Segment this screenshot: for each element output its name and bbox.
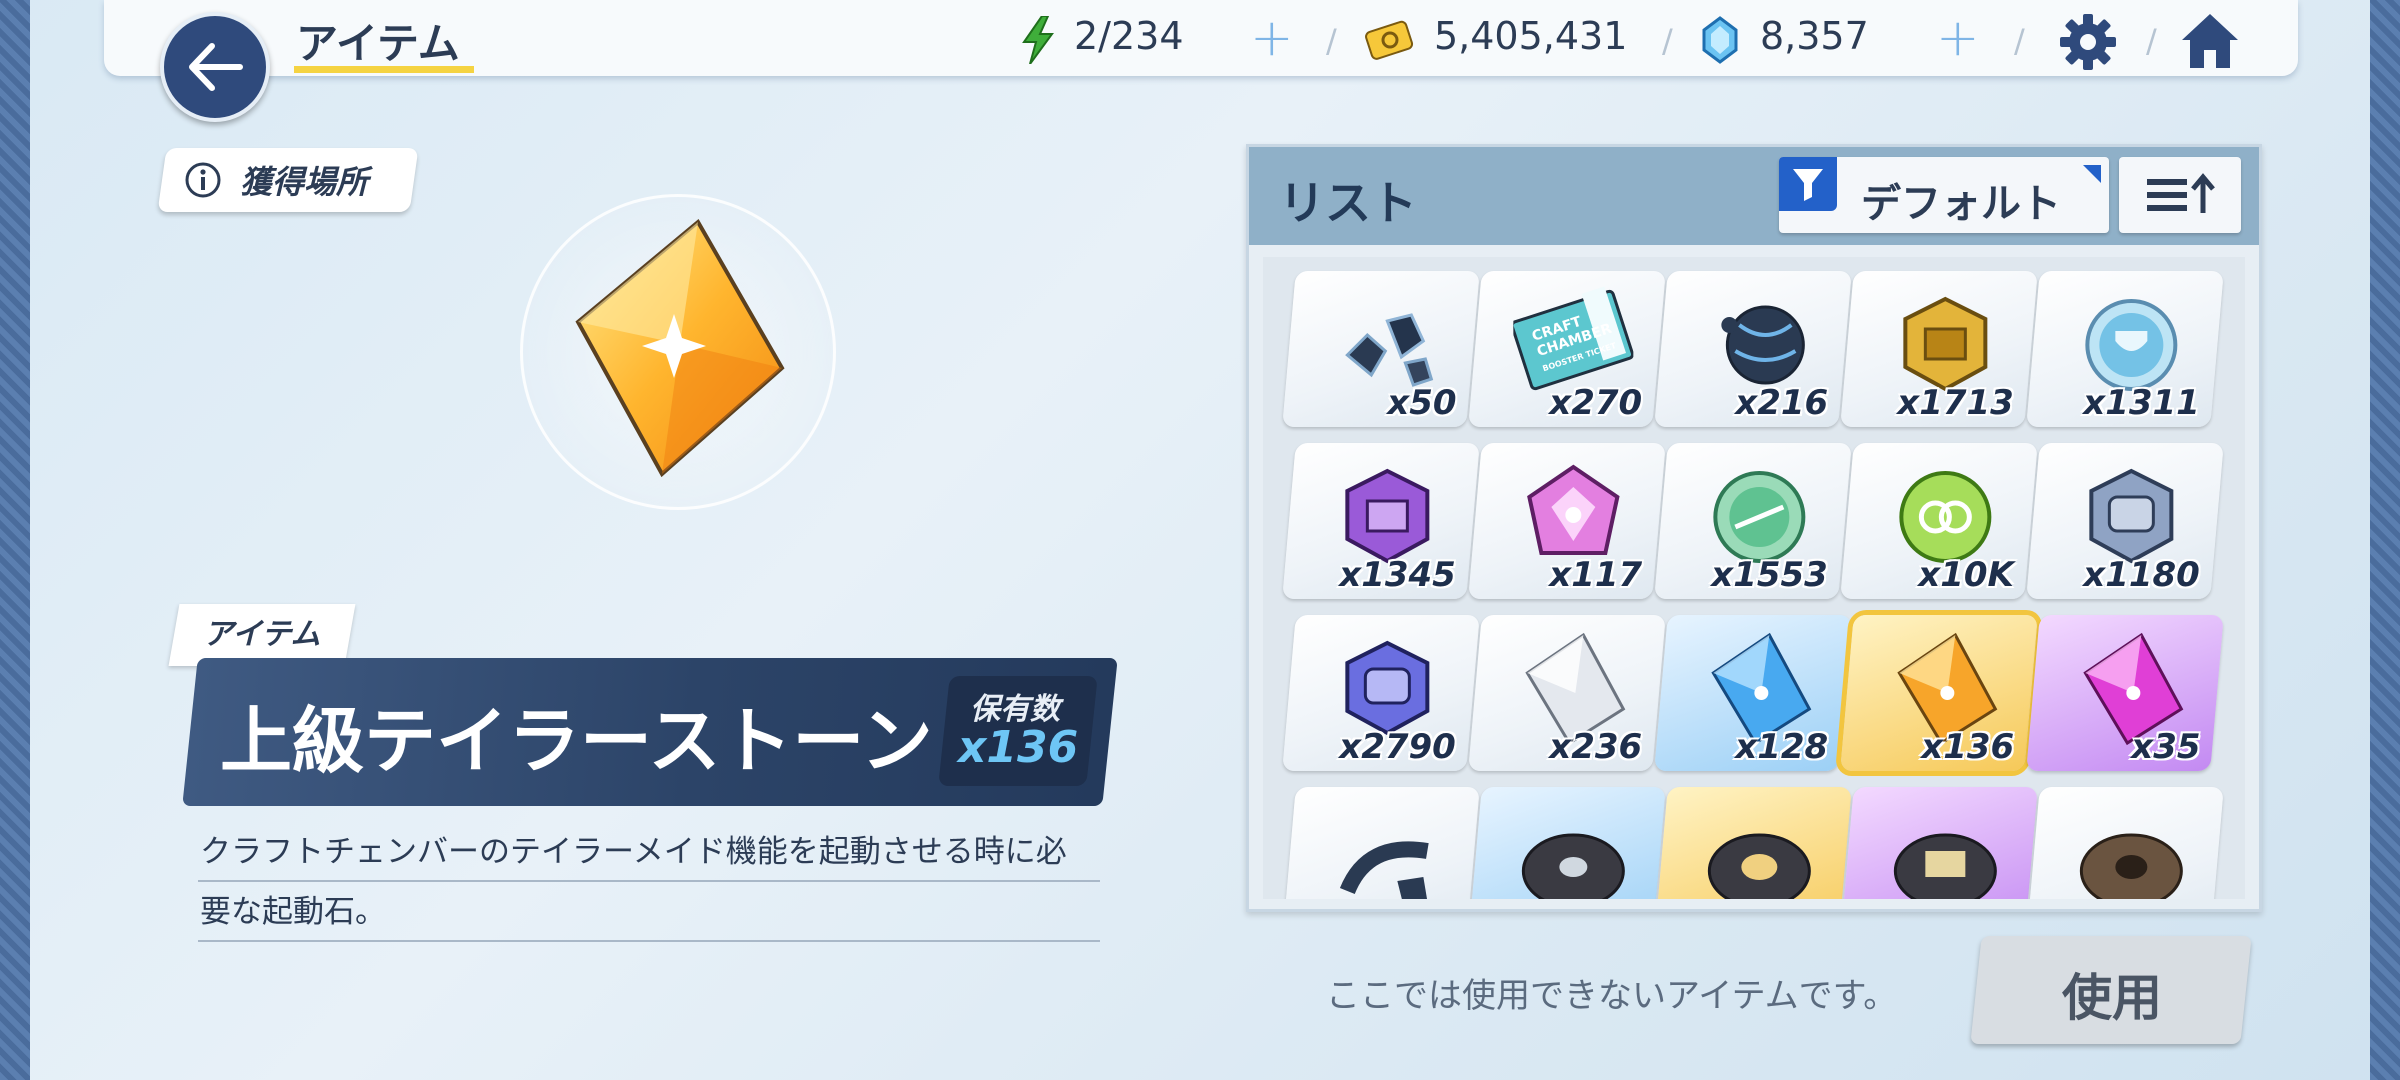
item-count: x270	[1549, 383, 1643, 423]
broken-part-icon	[1339, 841, 1429, 899]
item-count: x1180	[2083, 555, 2201, 595]
item-name: 上級テイラーストーン	[220, 699, 933, 783]
item-list-panel: リスト デフォルト x50 CRAFT CHAMBER BOOSTER TICKET x…	[1246, 144, 2262, 912]
item-cell[interactable]	[1282, 787, 1480, 899]
stamina-value: 2/234	[1074, 14, 1184, 58]
item-category-tag: アイテム	[168, 604, 356, 666]
item-cell[interactable]: x1180	[2026, 443, 2224, 599]
item-cell[interactable]: x1713	[1840, 271, 2038, 427]
sort-filter-button[interactable]: デフォルト	[1779, 157, 2109, 233]
back-button[interactable]	[160, 12, 270, 122]
description-line-2: 要な起動石。	[200, 894, 386, 930]
item-count: x236	[1549, 727, 1643, 767]
gem-value: 8,357	[1760, 14, 1869, 58]
item-cell[interactable]	[1468, 787, 1666, 899]
item-cell[interactable]: x236	[1468, 615, 1666, 771]
stamina-add-button[interactable]: +	[1250, 12, 1294, 64]
stamina-icon	[1022, 16, 1054, 64]
item-count: x128	[1735, 727, 1829, 767]
right-border-stripe	[2370, 0, 2400, 1080]
item-cell[interactable]: x50	[1282, 271, 1480, 427]
credit-icon	[1365, 20, 1414, 60]
item-count: x117	[1549, 555, 1643, 595]
item-cell[interactable]: x117	[1468, 443, 1666, 599]
page-title: アイテム	[296, 19, 460, 68]
sort-order-icon	[2147, 173, 2215, 213]
item-cell[interactable]: x35	[2026, 615, 2224, 771]
arrow-left-icon	[189, 43, 243, 91]
bronze-disc-icon	[2079, 833, 2183, 899]
item-grid[interactable]: x50 CRAFT CHAMBER BOOSTER TICKET x270 x216 x17…	[1263, 257, 2245, 899]
gold-disc-icon	[1707, 833, 1811, 899]
list-title: リスト	[1279, 176, 1417, 230]
item-count: x1345	[1339, 555, 1457, 595]
home-icon[interactable]	[2180, 12, 2240, 70]
dropdown-corner-icon	[2083, 165, 2101, 183]
item-cell[interactable]: x216	[1654, 271, 1852, 427]
item-description: クラフトチェンバーのテイラーメイド機能を起動させる時に必 要な起動石。	[200, 822, 1100, 942]
item-count: x136	[1921, 727, 2015, 767]
item-cell[interactable]	[1654, 787, 1852, 899]
divider: /	[1662, 22, 1673, 60]
sort-label: デフォルト	[1861, 181, 2061, 227]
description-rule	[198, 940, 1100, 942]
item-count: x10K	[1918, 555, 2015, 595]
info-icon	[185, 162, 221, 198]
sort-order-button[interactable]	[2119, 157, 2241, 233]
list-header: リスト デフォルト	[1249, 147, 2259, 245]
filter-icon	[1779, 157, 1837, 211]
item-count: x216	[1735, 383, 1829, 423]
gem-icon	[1702, 16, 1738, 64]
divider: /	[2014, 22, 2025, 60]
item-cell[interactable]	[1840, 787, 2038, 899]
item-cell[interactable]: CRAFT CHAMBER BOOSTER TICKET x270	[1468, 271, 1666, 427]
item-count: x1713	[1897, 383, 2015, 423]
acquisition-source-button[interactable]: 獲得場所	[157, 148, 419, 212]
purple-disc-icon	[1893, 833, 1997, 899]
item-cell[interactable]: x10K	[1840, 443, 2038, 599]
item-cell[interactable]: x1553	[1654, 443, 1852, 599]
item-cell[interactable]	[2026, 787, 2224, 899]
item-cell[interactable]: x128	[1654, 615, 1852, 771]
credit-value: 5,405,431	[1434, 14, 1628, 58]
owned-count-value: x136	[958, 722, 1079, 773]
item-count: x2790	[1339, 727, 1457, 767]
acquisition-source-label: 獲得場所	[240, 163, 369, 201]
use-button-label: 使用	[2062, 969, 2162, 1027]
unusable-note: ここでは使用できないアイテムです。	[1326, 976, 1898, 1016]
item-cell[interactable]: x136	[1840, 615, 2038, 771]
item-count: x1553	[1711, 555, 1829, 595]
description-line-1: クラフトチェンバーのテイラーメイド機能を起動させる時に必	[200, 834, 1067, 870]
item-category-label: アイテム	[203, 617, 321, 652]
description-rule	[198, 880, 1100, 882]
gem-add-button[interactable]: +	[1936, 12, 1980, 64]
item-count: x50	[1387, 383, 1457, 423]
item-cell[interactable]: x2790	[1282, 615, 1480, 771]
gold-stone-icon	[575, 218, 785, 478]
gray-disc-icon	[1521, 833, 1625, 899]
item-cell[interactable]: x1311	[2026, 271, 2224, 427]
item-count: x1311	[2083, 383, 2201, 423]
divider: /	[2146, 22, 2157, 60]
title-underline	[294, 66, 474, 73]
item-count: x35	[2131, 727, 2201, 767]
gear-icon[interactable]	[2058, 12, 2118, 72]
divider: /	[1326, 22, 1337, 60]
item-cell[interactable]: x1345	[1282, 443, 1480, 599]
left-border-stripe	[0, 0, 30, 1080]
